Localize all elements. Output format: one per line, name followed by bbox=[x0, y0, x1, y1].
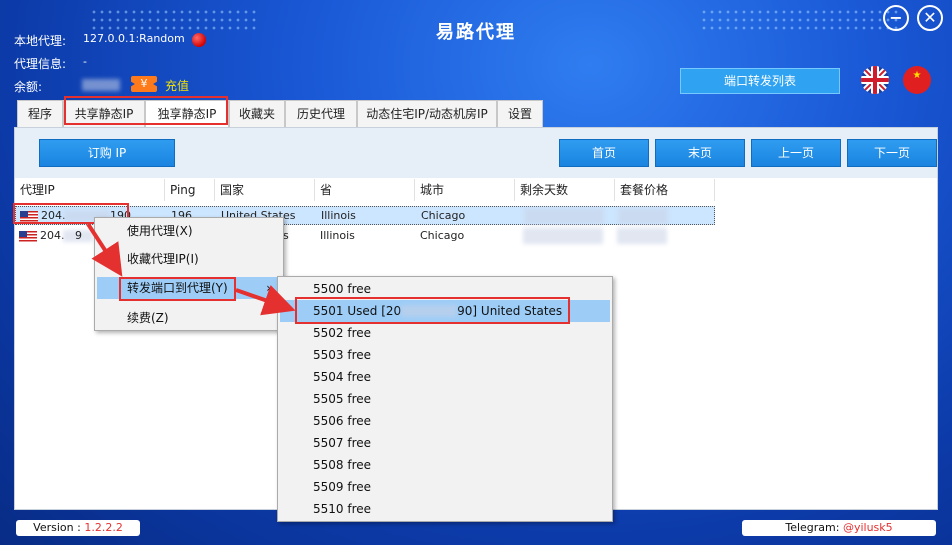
first-page-button[interactable]: 首页 bbox=[559, 139, 649, 167]
port-item-5502[interactable]: 5502 free bbox=[280, 322, 610, 344]
telegram-footer: Telegram: @yilusk5 bbox=[742, 520, 936, 536]
tab-favorites[interactable]: 收藏夹 bbox=[229, 100, 285, 127]
telegram-link[interactable]: @yilusk5 bbox=[843, 521, 893, 534]
menu-item-favorite-ip[interactable]: 收藏代理IP(I) bbox=[97, 248, 281, 270]
port-item-5510[interactable]: 5510 free bbox=[280, 498, 610, 520]
column-header-ip[interactable]: 代理IP bbox=[15, 179, 165, 201]
local-proxy-row: 本地代理: 127.0.0.1:Random bbox=[14, 32, 185, 49]
last-page-button[interactable]: 末页 bbox=[655, 139, 745, 167]
column-header-country[interactable]: 国家 bbox=[215, 179, 315, 201]
column-header-days-left[interactable]: 剩余天数 bbox=[515, 179, 615, 201]
version-value: 1.2.2.2 bbox=[84, 521, 123, 534]
port-item-5509[interactable]: 5509 free bbox=[280, 476, 610, 498]
port-item-5506[interactable]: 5506 free bbox=[280, 410, 610, 432]
minimize-button[interactable]: − bbox=[883, 5, 909, 31]
price-redacted bbox=[618, 208, 668, 224]
uk-flag-icon[interactable] bbox=[861, 66, 889, 94]
status-indicator-icon bbox=[192, 33, 206, 47]
row-province: Illinois bbox=[320, 229, 355, 242]
us-flag-icon bbox=[19, 231, 37, 242]
highlight-box-forward bbox=[119, 277, 236, 301]
menu-item-renew[interactable]: 续费(Z) bbox=[97, 307, 281, 329]
highlight-box-port bbox=[295, 297, 570, 324]
port-item-5503[interactable]: 5503 free bbox=[280, 344, 610, 366]
local-proxy-value: 127.0.0.1:Random bbox=[83, 32, 185, 45]
balance-label: 余额: bbox=[14, 80, 43, 94]
proxy-info-row: 代理信息: - bbox=[14, 55, 87, 72]
version-label: Version : bbox=[33, 521, 85, 534]
submenu-arrow-icon: › bbox=[266, 281, 271, 295]
tab-history[interactable]: 历史代理 bbox=[285, 100, 357, 127]
highlight-box-tabs bbox=[64, 96, 228, 125]
proxy-info-label: 代理信息: bbox=[14, 57, 67, 71]
row-province: Illinois bbox=[321, 209, 356, 222]
context-menu: 使用代理(X) 收藏代理IP(I) 转发端口到代理(Y) › 续费(Z) bbox=[94, 217, 284, 331]
port-item-5505[interactable]: 5505 free bbox=[280, 388, 610, 410]
prev-page-button[interactable]: 上一页 bbox=[751, 139, 841, 167]
tab-settings[interactable]: 设置 bbox=[497, 100, 543, 127]
row-city: Chicago bbox=[420, 229, 465, 242]
version-footer: Version : 1.2.2.2 bbox=[16, 520, 140, 536]
close-button[interactable]: ✕ bbox=[917, 5, 943, 31]
port-item-5507[interactable]: 5507 free bbox=[280, 432, 610, 454]
proxy-info-value: - bbox=[83, 55, 87, 68]
telegram-label: Telegram: bbox=[785, 521, 843, 534]
column-header-ping[interactable]: Ping bbox=[165, 179, 215, 201]
buy-ip-button[interactable]: 订购 IP bbox=[39, 139, 175, 167]
column-header-province[interactable]: 省 bbox=[315, 179, 415, 201]
days-redacted bbox=[523, 228, 603, 244]
row-country: s bbox=[283, 229, 289, 242]
port-item-5504[interactable]: 5504 free bbox=[280, 366, 610, 388]
tab-program[interactable]: 程序 bbox=[17, 100, 63, 127]
balance-row: 余额: bbox=[14, 78, 42, 95]
next-page-button[interactable]: 下一页 bbox=[847, 139, 937, 167]
table-header: 代理IP Ping 国家 省 城市 剩余天数 套餐价格 bbox=[15, 179, 937, 201]
coin-icon[interactable]: ¥ bbox=[131, 76, 157, 92]
row-ip-end: 9 bbox=[75, 229, 82, 242]
balance-value-redacted bbox=[82, 79, 120, 91]
cn-flag-icon[interactable]: ★ bbox=[903, 66, 931, 94]
menu-item-use-proxy[interactable]: 使用代理(X) bbox=[97, 220, 281, 242]
column-header-city[interactable]: 城市 bbox=[415, 179, 515, 201]
recharge-link[interactable]: 充值 bbox=[165, 77, 189, 94]
port-forward-list-button[interactable]: 端口转发列表 bbox=[680, 68, 840, 94]
column-header-price[interactable]: 套餐价格 bbox=[615, 179, 715, 201]
port-item-5508[interactable]: 5508 free bbox=[280, 454, 610, 476]
days-redacted bbox=[524, 208, 604, 224]
price-redacted bbox=[617, 228, 667, 244]
toolbar: 订购 IP 首页 末页 上一页 下一页 bbox=[15, 128, 937, 178]
app-window: 易路代理 − ✕ 本地代理: 127.0.0.1:Random 代理信息: - … bbox=[0, 0, 952, 545]
tab-dynamic-ip[interactable]: 动态住宅IP/动态机房IP bbox=[357, 100, 497, 127]
row-city: Chicago bbox=[421, 209, 466, 222]
local-proxy-label: 本地代理: bbox=[14, 34, 67, 48]
